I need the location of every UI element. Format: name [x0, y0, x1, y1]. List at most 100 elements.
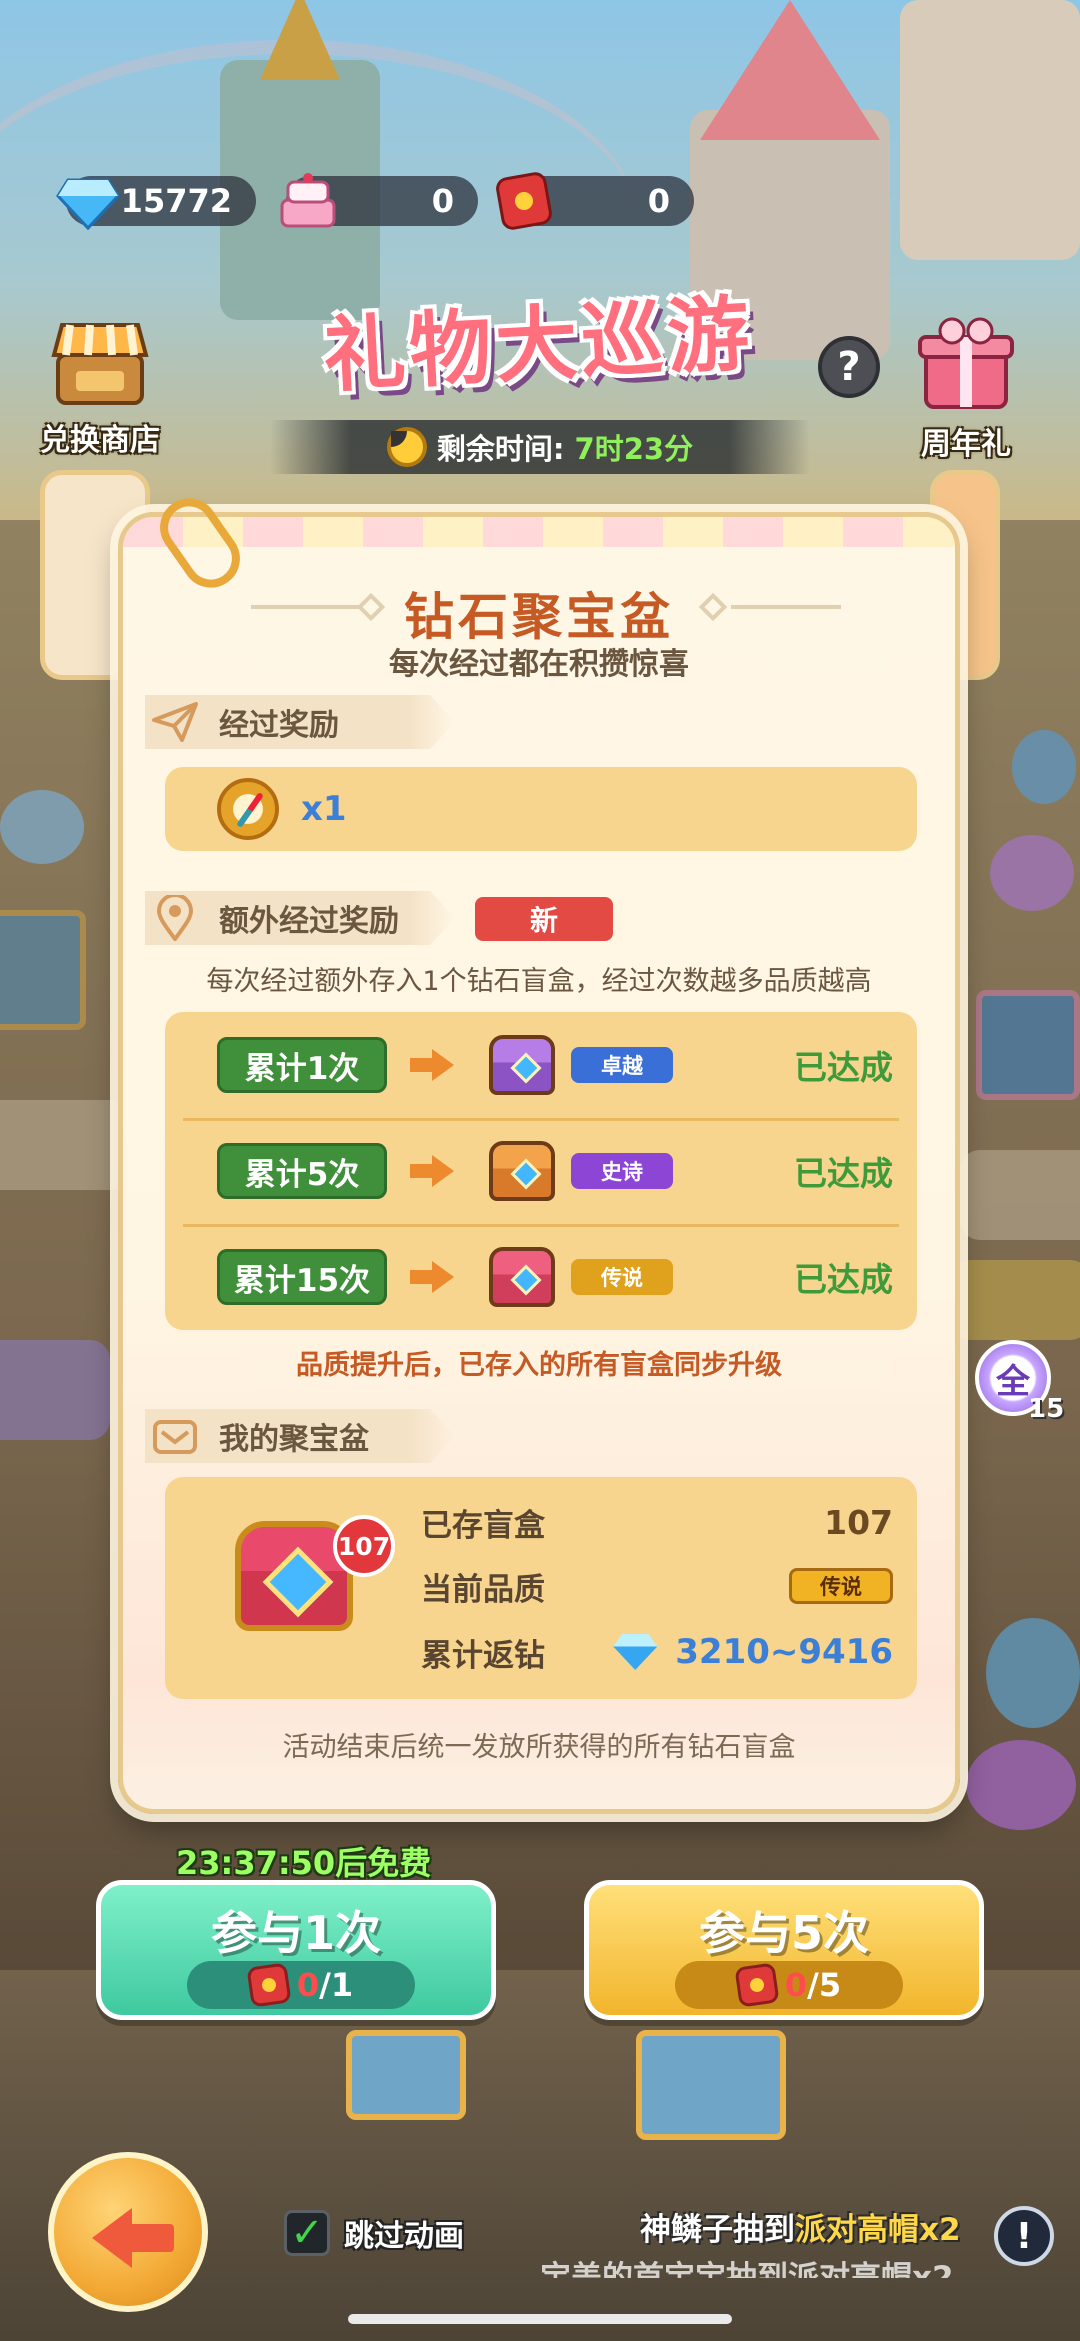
- tier-status: 已达成: [794, 1048, 893, 1087]
- participate-once-cost: 0/1: [187, 1961, 415, 2009]
- compass-icon: [217, 778, 279, 840]
- tier-status: 已达成: [794, 1154, 893, 1193]
- dice-count: 0: [647, 182, 670, 220]
- currency-dice: 0: [496, 172, 694, 230]
- shop-stall-icon: [51, 323, 149, 405]
- diamond-treasure-panel: 钻石聚宝盆 每次经过都在积攒惊喜 经过奖励 x1 额外经过奖励 新 每次经过额外…: [118, 487, 960, 1814]
- broadcast-ticker-next: 宝盖的首宝宝抽到派对高帽x2: [540, 2260, 954, 2278]
- tier-status: 已达成: [794, 1260, 893, 1299]
- pass-reward-amount: x1: [301, 789, 347, 829]
- info-button[interactable]: !: [994, 2206, 1054, 2266]
- stored-value: 107: [824, 1502, 893, 1542]
- cake-icon: [280, 173, 336, 228]
- remaining-time-bar: 剩余时间: 7时23分: [270, 420, 810, 474]
- back-button[interactable]: [48, 2152, 208, 2312]
- my-box-title: 我的聚宝盆: [219, 1422, 369, 1457]
- tier-count-label: 累计1次: [217, 1037, 387, 1093]
- participate-five-label: 参与5次: [698, 1906, 869, 1960]
- remaining-time-value: 7时23分: [574, 432, 694, 466]
- question-icon: ?: [837, 344, 861, 390]
- panel-subtitle: 每次经过都在积攒惊喜: [389, 647, 689, 682]
- cost-have: 0: [784, 1966, 808, 2004]
- upgrade-note: 品质提升后，已存入的所有盲盒同步升级: [296, 1350, 782, 1381]
- diamond-icon: [56, 178, 120, 231]
- dice-icon: [734, 1962, 780, 2008]
- cost-have: 0: [296, 1966, 320, 2004]
- diamond-count: 15772: [120, 182, 232, 220]
- currency-cake: 0: [280, 173, 478, 228]
- skip-animation-toggle[interactable]: ✓ 跳过动画: [284, 2210, 464, 2256]
- ticker-name: 神鳞子抽到: [640, 2212, 795, 2248]
- cost-need: /1: [319, 1966, 354, 2004]
- diamond-icon: [607, 1630, 663, 1674]
- home-indicator[interactable]: [348, 2314, 732, 2324]
- all-badge-count: 15: [1028, 1394, 1065, 1424]
- clock-icon: [386, 427, 427, 467]
- gift-box-decoration: [636, 2030, 786, 2140]
- refund-value-group: 3210~9416: [607, 1630, 893, 1674]
- tier-list: 累计1次 卓越 已达成 累计5次 史诗 已达成 累计15次 传说 已达成: [165, 1012, 917, 1330]
- event-title: 礼物大巡游: [321, 286, 756, 404]
- stored-label: 已存盲盒: [421, 1507, 545, 1544]
- participate-five-button[interactable]: 参与5次 0/5: [584, 1880, 984, 2020]
- all-badge-label: 全: [996, 1361, 1030, 1402]
- participate-once-button[interactable]: 参与1次 0/1: [96, 1880, 496, 2020]
- current-quality-tag: 传说: [789, 1568, 893, 1604]
- my-box-card: 107 已存盲盒 107 当前品质 传说 累计返钻 3210~9416: [165, 1477, 917, 1699]
- chest-count-badge: 107: [333, 1515, 395, 1577]
- gift-box-icon: [918, 317, 1014, 409]
- tier-row: 累计15次 传说 已达成: [165, 1224, 917, 1330]
- participate-five-cost: 0/5: [675, 1961, 903, 2009]
- location-pin-icon: [145, 891, 205, 945]
- refund-value: 3210~9416: [675, 1632, 893, 1672]
- chest-icon: [489, 1247, 555, 1307]
- event-title-logo: 礼物大巡游: [238, 262, 838, 412]
- treasure-box-icon: [145, 1409, 205, 1463]
- exclamation-icon: !: [1015, 2215, 1033, 2257]
- extra-reward-title: 额外经过奖励: [219, 904, 399, 939]
- gift-box-decoration: [346, 2030, 466, 2120]
- arrow-right-icon: [410, 1155, 454, 1187]
- anniversary-gift-button[interactable]: 周年礼: [914, 315, 1018, 463]
- quality-label: 当前品质: [421, 1571, 545, 1608]
- arrow-right-icon: [410, 1049, 454, 1081]
- tier-count-label: 累计5次: [217, 1143, 387, 1199]
- paper-plane-icon: [145, 695, 205, 749]
- currency-diamond: 15772: [56, 176, 256, 231]
- anniversary-gift-label: 周年礼: [921, 427, 1011, 462]
- extra-reward-header: 额外经过奖励: [145, 891, 455, 945]
- chest-icon: [489, 1141, 555, 1201]
- exchange-shop-button[interactable]: 兑换商店: [40, 315, 160, 459]
- broadcast-ticker: 神鳞子抽到派对高帽x2: [640, 2204, 980, 2249]
- tower-spire-left: [260, 0, 340, 80]
- arrow-right-icon: [410, 1261, 454, 1293]
- remaining-time-label: 剩余时间:: [436, 432, 565, 466]
- stored-row: 已存盲盒 107: [421, 1497, 893, 1547]
- end-note: 活动结束后统一发放所获得的所有钻石盲盒: [282, 1732, 796, 1763]
- quality-tag: 卓越: [571, 1047, 673, 1083]
- refund-row: 累计返钻 3210~9416: [421, 1627, 893, 1677]
- tower-roof-right: [700, 0, 880, 140]
- tier-row: 累计1次 卓越 已达成: [165, 1012, 917, 1118]
- extra-reward-description: 每次经过额外存入1个钻石盲盒，经过次数越多品质越高: [206, 966, 872, 997]
- free-countdown: 23:37:50后免费: [176, 1844, 432, 1882]
- participate-once-label: 参与1次: [210, 1906, 381, 1960]
- quality-row: 当前品质 传说: [421, 1561, 893, 1611]
- my-box-header: 我的聚宝盆: [145, 1409, 455, 1463]
- chest-icon: [489, 1035, 555, 1095]
- checkbox-checked-icon[interactable]: ✓: [284, 2210, 330, 2256]
- pass-reward-title: 经过奖励: [219, 708, 339, 743]
- quality-tag: 史诗: [571, 1153, 673, 1189]
- cake-count: 0: [431, 182, 454, 220]
- cost-need: /5: [807, 1966, 842, 2004]
- help-button[interactable]: ?: [818, 336, 880, 398]
- dice-icon: [246, 1962, 292, 2008]
- dice-icon: [496, 172, 552, 230]
- refund-label: 累计返钻: [421, 1637, 545, 1674]
- skip-animation-label: 跳过动画: [344, 2219, 464, 2254]
- tower-far-right: [900, 0, 1080, 260]
- title-deco-line-right: [731, 605, 841, 609]
- quality-tag: 传说: [571, 1259, 673, 1295]
- pass-reward-box: x1: [165, 767, 917, 851]
- new-badge: 新: [475, 897, 613, 941]
